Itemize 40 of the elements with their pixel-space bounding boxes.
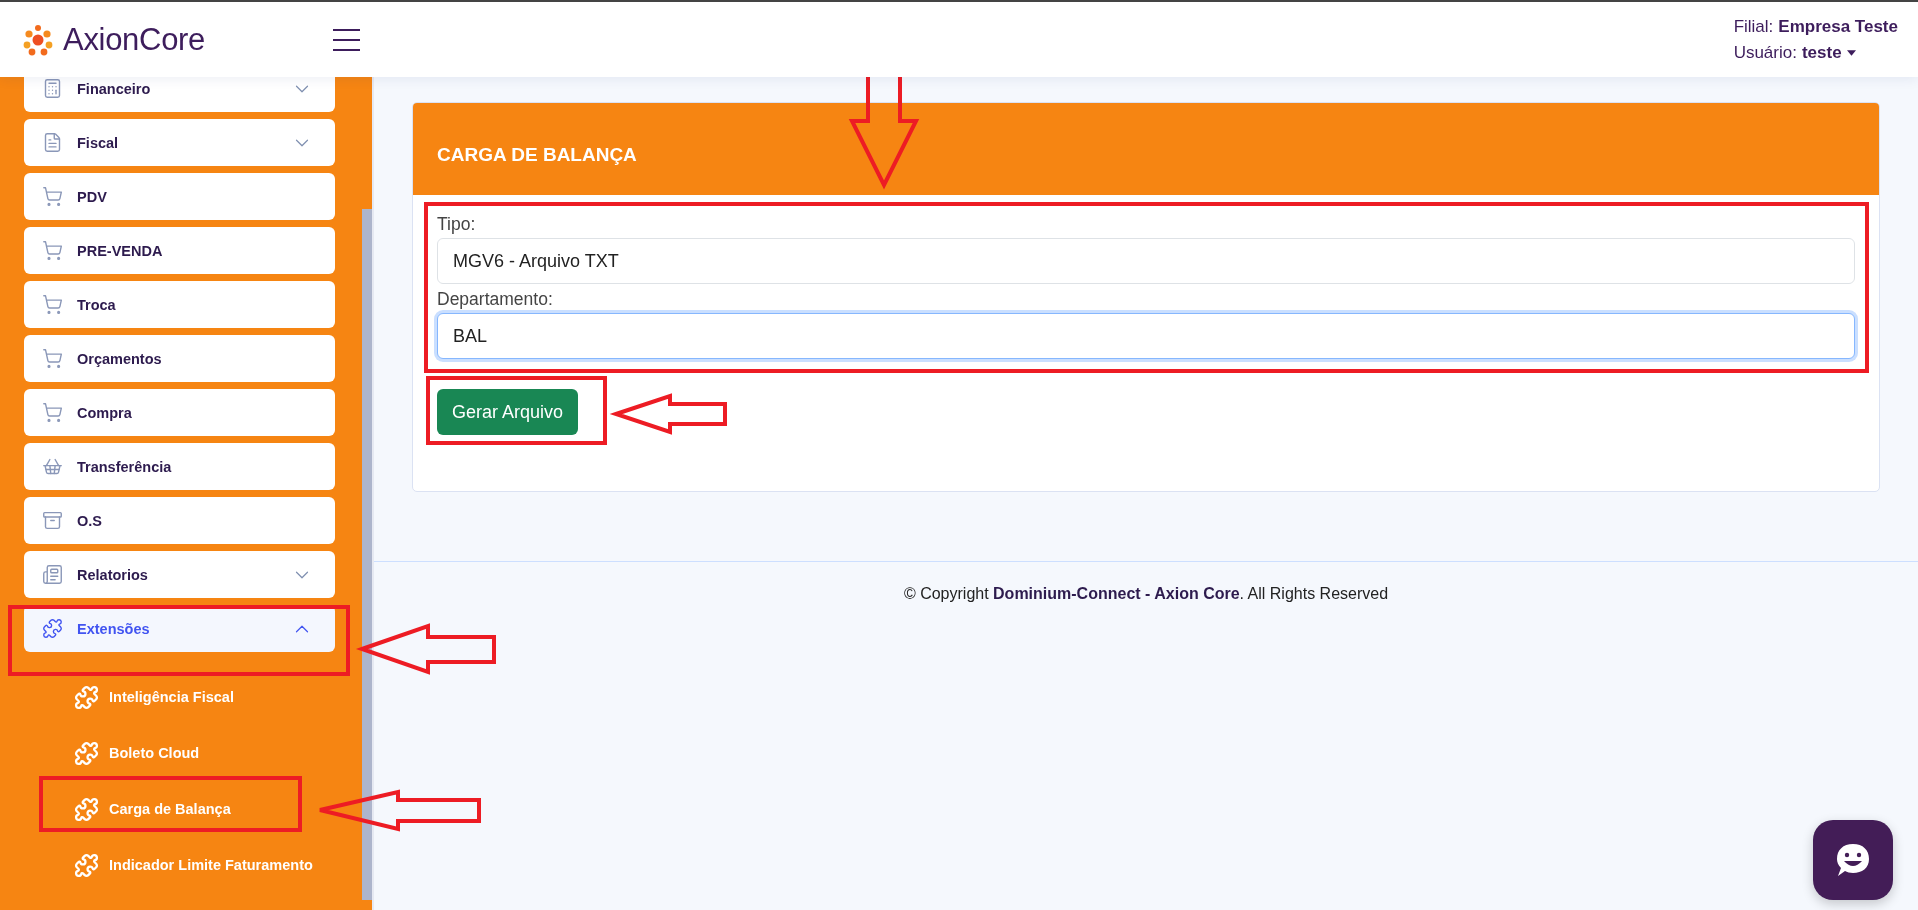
puzzle-icon [74, 684, 99, 710]
generate-file-button[interactable]: Gerar Arquivo [437, 389, 579, 435]
menu-button[interactable] [333, 28, 361, 51]
sidebar-item[interactable]: Fiscal [24, 119, 335, 166]
copyright-text: © Copyright Dominium-Connect - Axion Core. All Rights Reserved [903, 585, 1389, 602]
calculator-icon [42, 78, 63, 99]
sidebar-item[interactable]: PRE-VENDA [24, 227, 335, 274]
sidebar-item[interactable]: O.S [24, 497, 335, 544]
puzzle-icon [42, 618, 63, 639]
sidebar-item[interactable]: Transferência [24, 443, 335, 490]
field-label: Departamento: [437, 289, 554, 310]
input-field[interactable]: MGV6 - Arquivo TXT [437, 238, 1855, 284]
sidebar-item[interactable]: PDV [24, 173, 335, 220]
basket-icon [42, 456, 63, 477]
caret-icon [1846, 49, 1856, 56]
cart-icon [42, 348, 63, 369]
document-icon [42, 132, 63, 153]
puzzle-icon [74, 796, 99, 822]
brand-name: AxionCore [63, 21, 206, 58]
sidebar-item[interactable]: Troca [24, 281, 335, 328]
list-icon [42, 564, 63, 585]
chat-button[interactable] [1813, 820, 1893, 900]
input-field[interactable]: BAL [437, 313, 1855, 359]
card-title: CARGA DE BALANÇA [437, 143, 637, 166]
cart-icon [42, 240, 63, 261]
cart-icon [42, 186, 63, 207]
branch-info: Filial: Empresa Teste [1733, 16, 1898, 37]
logo-icon [22, 23, 54, 56]
cart-icon [42, 294, 63, 315]
scrollbar-thumb[interactable] [362, 209, 372, 900]
sidebar-item[interactable]: Orçamentos [24, 335, 335, 382]
sidebar-item[interactable]: Compra [24, 389, 335, 436]
field-label: Tipo: [437, 214, 477, 235]
cart-icon [42, 402, 63, 423]
puzzle-icon [74, 740, 99, 766]
sidebar-item[interactable]: Relatorios [24, 551, 335, 598]
user-menu[interactable]: Usuário: teste [1733, 42, 1856, 63]
puzzle-icon [74, 852, 99, 878]
sidebar-item[interactable]: Financeiro [24, 77, 335, 112]
tray-icon [42, 510, 63, 531]
